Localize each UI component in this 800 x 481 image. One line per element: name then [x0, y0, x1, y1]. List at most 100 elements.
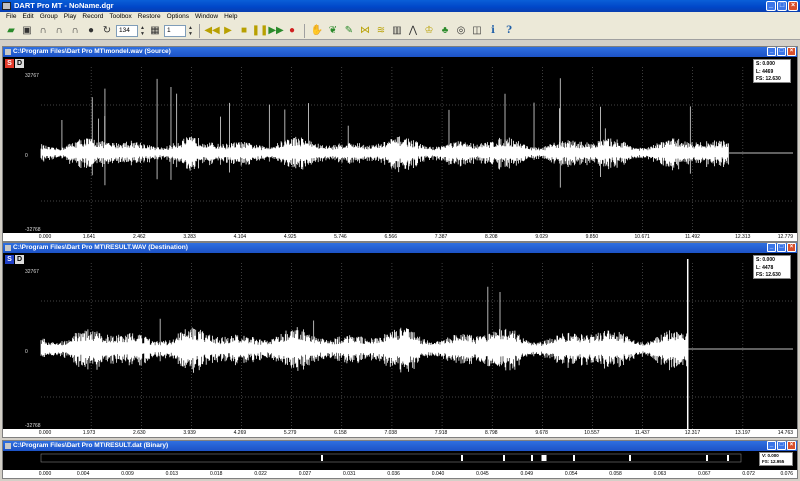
destination-panel-title: C:\Program Files\Dart Pro MT\RESULT.WAV …: [13, 244, 188, 251]
panel-close-button[interactable]: ×: [787, 47, 796, 56]
wave-tool-icon[interactable]: ≋: [374, 24, 388, 38]
panel-minimize-button[interactable]: _: [767, 47, 776, 56]
spin-arrows-1-icon[interactable]: ▲ ▼: [140, 25, 146, 37]
panel-minimize-button[interactable]: _: [767, 243, 776, 252]
binary-lane: [40, 453, 742, 463]
x-tick-label: 11.437: [634, 430, 650, 436]
loop-icon[interactable]: ↻: [100, 24, 114, 38]
menu-help[interactable]: Help: [221, 12, 240, 22]
source-waveform-window[interactable]: C:\Program Files\Dart Pro MT\mondel.wav …: [2, 46, 798, 242]
menu-toolbox[interactable]: Toolbox: [106, 12, 134, 22]
record-headphones-icon[interactable]: ∩: [52, 24, 66, 38]
brush-tool-icon[interactable]: ✎: [342, 24, 356, 38]
disc-icon[interactable]: ●: [84, 24, 98, 38]
source-time-axis: 0.000 1.641 2.462 3.283 4.104 4.925 5.746 6.566…: [3, 233, 797, 241]
x-tick-label: 9.678: [535, 430, 548, 436]
panel-maximize-button[interactable]: □: [777, 243, 786, 252]
menu-restore[interactable]: Restore: [135, 12, 164, 22]
destination-s-button[interactable]: S: [5, 255, 14, 264]
panel-minimize-button[interactable]: _: [767, 441, 776, 450]
x-tick-label: 0.076: [780, 471, 794, 477]
info-line: FS: 12.630: [756, 272, 781, 278]
spin-input-2[interactable]: 1: [164, 24, 186, 37]
x-tick-label: 14.763: [777, 430, 794, 436]
x-tick-label: 1.973: [82, 430, 96, 436]
minimize-button[interactable]: _: [766, 1, 776, 11]
x-tick-label: 13.197: [735, 430, 751, 436]
source-s-button[interactable]: S: [5, 59, 14, 68]
binary-marker: [503, 455, 505, 461]
close-button[interactable]: ×: [788, 1, 798, 11]
panel-maximize-button[interactable]: □: [777, 441, 786, 450]
analyzer-icon[interactable]: ◎: [454, 24, 468, 38]
stop-icon[interactable]: ■: [237, 24, 251, 38]
source-panel-title: C:\Program Files\Dart Pro MT\mondel.wav …: [13, 48, 171, 55]
chart-icon[interactable]: ◫: [470, 24, 484, 38]
menu-record[interactable]: Record: [79, 12, 106, 22]
headphones-icon[interactable]: ∩: [36, 24, 50, 38]
pause-icon[interactable]: ❚❚: [252, 24, 269, 38]
destination-d-button[interactable]: D: [15, 255, 24, 264]
x-tick-label: 12.313: [735, 234, 751, 240]
app-icon: [2, 2, 11, 10]
help-icon[interactable]: ?: [502, 24, 516, 38]
x-tick-label: 0.067: [698, 471, 711, 477]
monitor-icon[interactable]: ∩: [68, 24, 82, 38]
x-tick-label: 0.022: [254, 471, 267, 477]
crown-tool-icon[interactable]: ♔: [422, 24, 436, 38]
open-folder-icon[interactable]: ▰: [4, 24, 18, 38]
source-waveform: [40, 67, 793, 233]
menu-bar: File Edit Group Play Record Toolbox Rest…: [0, 12, 800, 22]
binary-marker: [541, 455, 547, 461]
menu-options[interactable]: Options: [164, 12, 192, 22]
rewind-icon[interactable]: ◀◀: [204, 24, 219, 38]
record-icon[interactable]: ●: [285, 24, 299, 38]
source-d-button[interactable]: D: [15, 59, 24, 68]
source-waveform-area[interactable]: S D 32767 0 -32768 S: 0.000 L: 4469 FS: …: [3, 57, 797, 241]
source-panel-titlebar[interactable]: C:\Program Files\Dart Pro MT\mondel.wav …: [3, 47, 797, 57]
binary-panel-titlebar[interactable]: C:\Program Files\Dart Pro MT\RESULT.dat …: [3, 441, 797, 451]
destination-panel-titlebar[interactable]: C:\Program Files\Dart Pro MT\RESULT.WAV …: [3, 243, 797, 253]
menu-group[interactable]: Group: [37, 12, 61, 22]
peak-tool-icon[interactable]: ⋀: [406, 24, 420, 38]
binary-window[interactable]: C:\Program Files\Dart Pro MT\RESULT.dat …: [2, 440, 798, 479]
panel-close-button[interactable]: ×: [787, 243, 796, 252]
x-tick-label: 0.027: [298, 471, 312, 477]
tree-tool-icon[interactable]: ♣: [438, 24, 452, 38]
toolbar-separator: [199, 23, 200, 38]
grid-icon[interactable]: ▦: [148, 24, 162, 38]
bars-tool-icon[interactable]: ▥: [390, 24, 404, 38]
destination-waveform-window[interactable]: C:\Program Files\Dart Pro MT\RESULT.WAV …: [2, 242, 798, 438]
x-tick-label: 0.013: [165, 471, 179, 477]
hand-tool-icon[interactable]: ✋: [310, 24, 324, 38]
menu-window[interactable]: Window: [192, 12, 221, 22]
play-icon[interactable]: ▶: [221, 24, 235, 38]
source-info-box: S: 0.000 L: 4469 FS: 12.630: [753, 59, 791, 83]
save-icon[interactable]: ▣: [20, 24, 34, 38]
destination-waveform-area[interactable]: S D 32767 0 -32768 S: 0.000 L: 4478 FS: …: [3, 253, 797, 437]
spin-arrows-2-icon[interactable]: ▲ ▼: [188, 25, 194, 37]
x-tick-label: 0.040: [431, 471, 445, 477]
info-icon[interactable]: i: [486, 24, 500, 38]
leaf-tool-icon[interactable]: ❦: [326, 24, 340, 38]
x-tick-label: 4.269: [233, 430, 247, 436]
spin-input-1[interactable]: 134: [116, 24, 138, 37]
toolbar-separator: [304, 23, 305, 38]
binary-data-area[interactable]: V: 0.000 FS: 12.955 0.000 0.004 0.009 0.013…: [3, 451, 797, 478]
x-tick-label: 7.387: [434, 234, 448, 240]
panel-close-button[interactable]: ×: [787, 441, 796, 450]
filter-tool-icon[interactable]: ⋈: [358, 24, 372, 38]
binary-marker: [727, 455, 729, 461]
maximize-button[interactable]: □: [777, 1, 787, 11]
binary-marker: [531, 455, 533, 461]
menu-file[interactable]: File: [3, 12, 19, 22]
menu-play[interactable]: Play: [61, 12, 80, 22]
destination-waveform: [40, 259, 793, 429]
x-tick-label: 0.036: [387, 471, 400, 477]
x-tick-label: 10.671: [634, 234, 650, 240]
waveform-trace: [40, 136, 729, 173]
panel-maximize-button[interactable]: □: [777, 47, 786, 56]
fast-forward-icon[interactable]: ▶▶: [268, 24, 283, 38]
menu-edit[interactable]: Edit: [19, 12, 36, 22]
x-tick-label: 0.054: [564, 471, 578, 477]
